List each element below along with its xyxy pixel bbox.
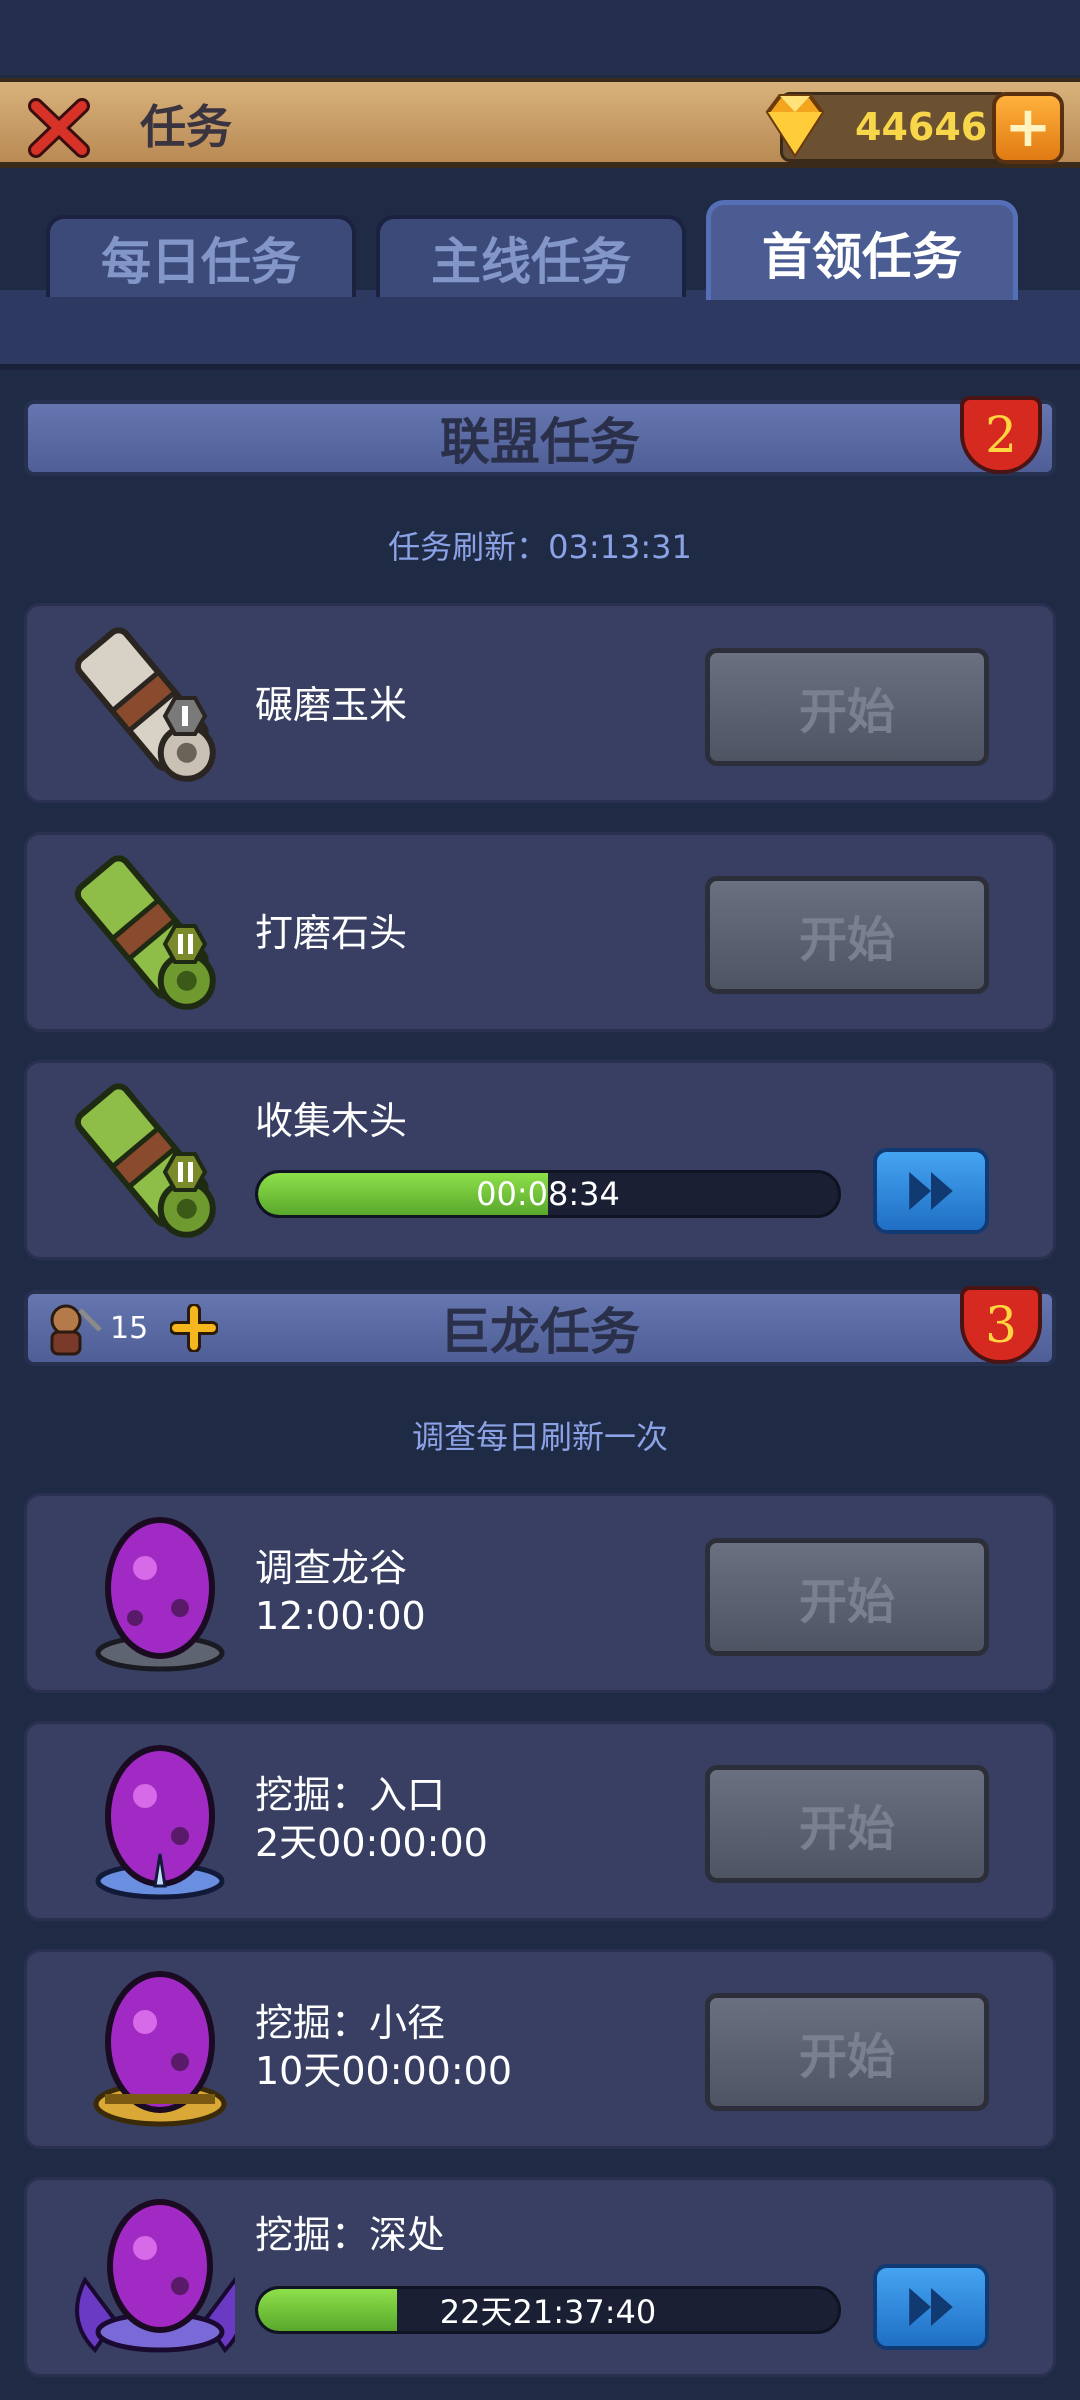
task-name: 打磨石头 xyxy=(255,911,408,955)
tab-boss[interactable]: 首领任务 xyxy=(706,200,1018,300)
worker-avatar-icon xyxy=(50,1304,102,1356)
progress-timer: 22天21:37:40 xyxy=(439,2293,657,2331)
count-badge: 2 xyxy=(960,396,1042,474)
task-duration: 12:00:00 xyxy=(255,1593,426,1638)
purple-egg-gray-base-icon xyxy=(95,1517,225,1672)
progress-bar: 00:08:34 xyxy=(255,1170,841,1218)
progress-timer: 00:08:34 xyxy=(476,1175,620,1213)
refresh-note: 调查每日刷新一次 xyxy=(411,1418,668,1456)
purple-egg-winged-icon xyxy=(75,2199,235,2354)
task-name: 收集木头 xyxy=(255,1099,408,1143)
gem-count: 44646 xyxy=(855,105,988,149)
speed-up-button[interactable] xyxy=(873,2264,989,2350)
add-worker-button[interactable] xyxy=(170,1304,218,1352)
purple-egg-gold-base-icon xyxy=(93,1971,227,2127)
section-title: 巨龙任务 xyxy=(440,1303,640,1361)
start-button[interactable]: 开始 xyxy=(705,648,989,766)
task-name: 挖掘：深处 xyxy=(255,2213,446,2257)
plus-icon: + xyxy=(1004,95,1052,160)
count-badge: 3 xyxy=(960,1286,1042,1364)
task-duration: 10天00:00:00 xyxy=(255,2048,513,2093)
start-button[interactable]: 开始 xyxy=(705,1538,989,1656)
top-strip xyxy=(0,0,1080,75)
task-name: 调查龙谷 12:00:00 xyxy=(255,1545,426,1640)
task-name: 挖掘：小径 10天00:00:00 xyxy=(255,2000,512,2095)
diamond-gem-icon xyxy=(765,94,825,158)
section-title: 联盟任务 xyxy=(440,413,640,471)
alliance-section-header: 联盟任务 xyxy=(24,400,1056,476)
start-button[interactable]: 开始 xyxy=(705,1765,989,1883)
task-name: 碾磨玉米 xyxy=(255,683,408,727)
start-button[interactable]: 开始 xyxy=(705,1993,989,2111)
tabs-band xyxy=(0,290,1080,370)
worker-count: 15 xyxy=(110,1311,149,1346)
page-title: 任务 xyxy=(140,100,232,154)
scroll-gray-I-icon xyxy=(74,627,216,782)
header-bar: 任务 44646 + xyxy=(0,78,1080,168)
task-name: 挖掘：入口 2天00:00:00 xyxy=(255,1772,488,1867)
task-duration: 2天00:00:00 xyxy=(255,1820,488,1865)
close-icon[interactable] xyxy=(28,96,90,158)
tab-daily[interactable]: 每日任务 xyxy=(46,215,356,297)
progress-bar: 22天21:37:40 xyxy=(255,2286,841,2334)
refresh-timer: 任务刷新：03:13:31 xyxy=(388,528,692,566)
add-gems-button[interactable]: + xyxy=(992,92,1064,164)
scroll-green-II-icon xyxy=(74,855,216,1010)
speed-up-button[interactable] xyxy=(873,1148,989,1234)
tab-main[interactable]: 主线任务 xyxy=(376,215,686,297)
scroll-green-II-icon xyxy=(74,1083,216,1238)
start-button[interactable]: 开始 xyxy=(705,876,989,994)
purple-egg-blue-base-icon xyxy=(95,1745,225,1900)
